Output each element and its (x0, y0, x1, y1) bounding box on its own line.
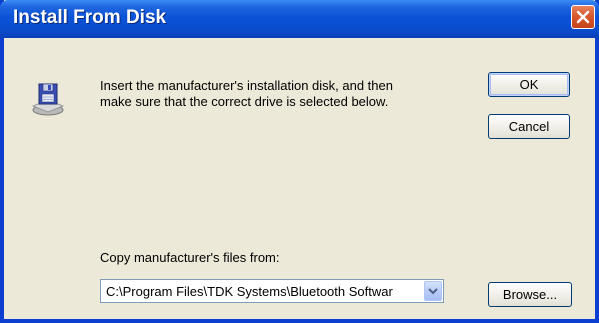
close-icon (576, 10, 590, 24)
install-from-disk-dialog: Install From Disk Insert the manufacture… (0, 0, 599, 323)
floppy-disk-drive-icon (31, 83, 65, 116)
instruction-text: Insert the manufacturer's installation d… (100, 78, 460, 110)
copy-from-path-input[interactable]: C:\Program Files\TDK Systems\Bluetooth S… (106, 284, 422, 299)
dropdown-button[interactable] (424, 281, 442, 301)
instruction-line-1: Insert the manufacturer's installation d… (100, 78, 393, 93)
dialog-body: Insert the manufacturer's installation d… (4, 38, 595, 319)
cancel-button[interactable]: Cancel (488, 114, 570, 139)
instruction-line-2: make sure that the correct drive is sele… (100, 94, 389, 109)
close-button[interactable] (571, 5, 595, 29)
title-bar[interactable]: Install From Disk (0, 0, 599, 38)
dialog-title: Install From Disk (13, 7, 167, 28)
browse-button[interactable]: Browse... (488, 282, 572, 307)
ok-button[interactable]: OK (488, 72, 570, 97)
copy-from-combobox[interactable]: C:\Program Files\TDK Systems\Bluetooth S… (100, 279, 444, 303)
chevron-down-icon (428, 288, 438, 295)
copy-from-label: Copy manufacturer's files from: (100, 250, 280, 265)
